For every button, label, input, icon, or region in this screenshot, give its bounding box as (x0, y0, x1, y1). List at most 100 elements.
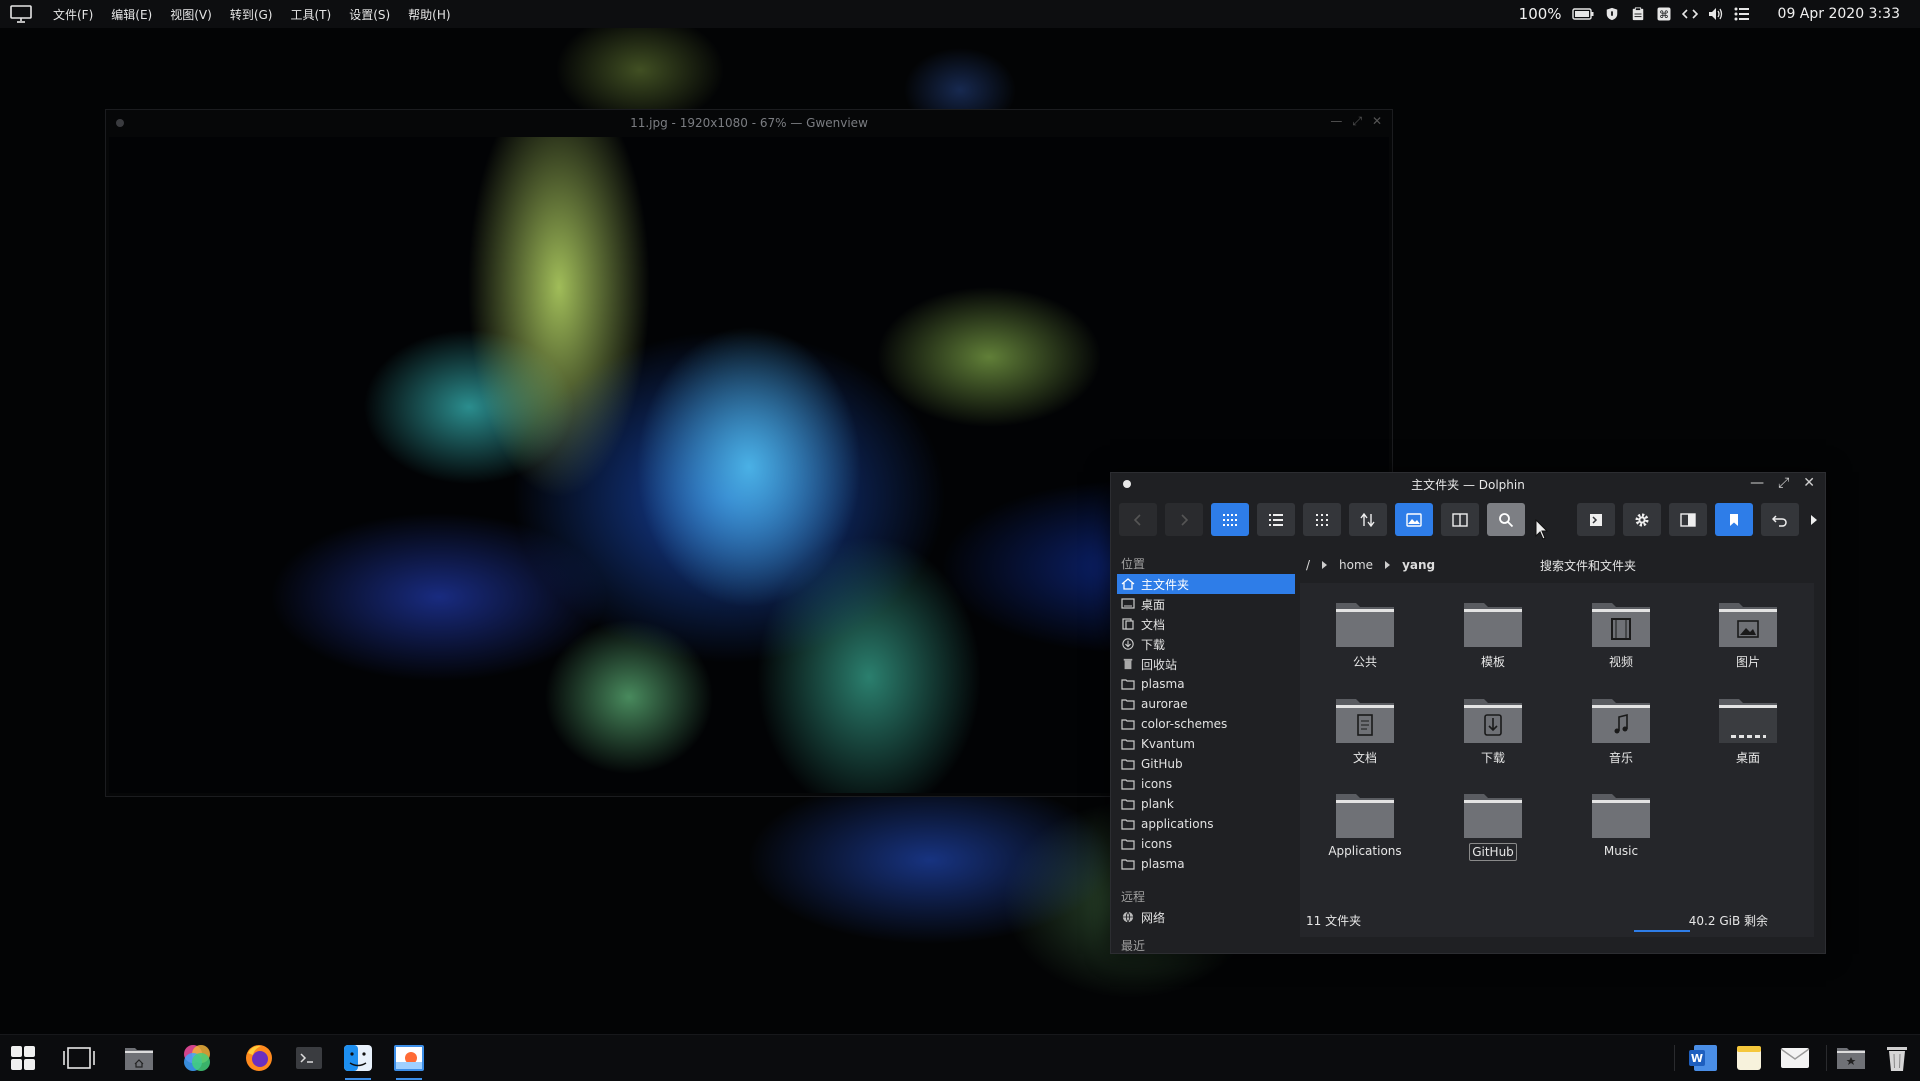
file-item-label: 音乐 (1608, 751, 1633, 765)
volume-icon[interactable] (1708, 7, 1724, 21)
sidebar-item-folder[interactable]: Kvantum (1117, 734, 1297, 754)
menu-help[interactable]: 帮助(H) (399, 6, 459, 23)
svg-text:⌘: ⌘ (1659, 10, 1669, 21)
taskbar-dolphin[interactable] (341, 1043, 375, 1080)
details-view-button[interactable] (1257, 503, 1295, 536)
forward-button[interactable] (1165, 503, 1203, 536)
sidebar-item-folder[interactable]: color-schemes (1117, 714, 1297, 734)
folder-item[interactable]: 文档 (1310, 693, 1420, 767)
sidebar-item-folder[interactable]: icons (1117, 834, 1297, 854)
monitor-icon[interactable] (10, 5, 32, 23)
battery-icon[interactable] (1571, 7, 1594, 21)
folder-item[interactable]: 视频 (1566, 597, 1676, 671)
file-item-label: 桌面 (1735, 751, 1760, 765)
toolbar-overflow-button[interactable] (1807, 503, 1821, 536)
sidebar-item-trash[interactable]: 回收站 (1117, 654, 1297, 674)
sidebar-item-folder[interactable]: applications (1117, 814, 1297, 834)
keyboard-command-icon[interactable]: ⌘ (1656, 7, 1672, 21)
folder-item[interactable]: 图片 (1693, 597, 1803, 671)
free-space-label[interactable]: 40.2 GiB 剩余 (1689, 912, 1768, 929)
close-icon[interactable]: ✕ (1372, 114, 1382, 129)
dolphin-window-controls: — ⤢ ✕ (1750, 475, 1815, 491)
desktop-folder-icon (1719, 699, 1777, 743)
folder-item[interactable]: 下载 (1438, 693, 1548, 767)
sidebar-item-folder[interactable]: plasma (1117, 674, 1297, 694)
shield-icon[interactable] (1604, 7, 1620, 21)
folder-item[interactable]: 模板 (1438, 597, 1548, 671)
maximize-icon[interactable]: ⤢ (1778, 475, 1789, 491)
folder-item[interactable]: Applications (1310, 788, 1420, 859)
dolphin-titlebar[interactable]: 主文件夹 — Dolphin — ⤢ ✕ (1111, 473, 1825, 495)
taskbar-files-app[interactable] (122, 1043, 156, 1073)
sidebar-item-folder[interactable]: icons (1117, 774, 1297, 794)
file-grid[interactable]: 公共 模板 视频 图片 文档 下载 音乐 桌面 Applications Git… (1300, 583, 1814, 937)
sidebar-item-documents[interactable]: 文档 (1117, 614, 1297, 634)
preview-button[interactable] (1395, 503, 1433, 536)
minimize-icon[interactable]: — (1330, 114, 1342, 129)
sidebar-item-folder[interactable]: GitHub (1117, 754, 1297, 774)
taskbar-mail[interactable] (1778, 1043, 1812, 1073)
menu-file[interactable]: 文件(F) (44, 6, 102, 23)
sidebar-item-home[interactable]: 主文件夹 (1117, 574, 1295, 594)
taskbar-firefox[interactable] (242, 1043, 276, 1073)
search-button[interactable] (1487, 503, 1525, 536)
taskbar-gwenview[interactable] (392, 1043, 426, 1080)
taskbar-terminal[interactable] (292, 1043, 326, 1073)
file-item-label: 图片 (1735, 655, 1760, 669)
compact-view-button[interactable] (1303, 503, 1341, 536)
kde-connect-icon[interactable] (1681, 7, 1698, 21)
split-view-icon (1452, 512, 1468, 527)
sidebar-item-folder[interactable]: plank (1117, 794, 1297, 814)
breadcrumb-home[interactable]: home (1339, 558, 1373, 572)
icons-view-button[interactable] (1211, 503, 1249, 536)
gwenview-window-controls: — ⤢ ✕ (1330, 114, 1382, 129)
sidebar-item-folder[interactable]: aurorae (1117, 694, 1297, 714)
menu-view[interactable]: 视图(V) (161, 6, 221, 23)
taskbar-folder[interactable] (1834, 1043, 1868, 1073)
chevron-right-icon (1385, 561, 1391, 569)
folder-item[interactable]: Music (1566, 788, 1676, 859)
minimize-icon[interactable]: — (1750, 475, 1764, 491)
bookmark-button[interactable] (1715, 503, 1753, 536)
task-view-button[interactable] (62, 1043, 96, 1073)
sort-button[interactable] (1349, 503, 1387, 536)
taskbar: W (0, 1034, 1920, 1081)
gwenview-title: 11.jpg - 1920x1080 - 67% — Gwenview (630, 116, 868, 130)
sidebar-item-downloads[interactable]: 下载 (1117, 634, 1297, 654)
folder-item[interactable]: 公共 (1310, 597, 1420, 671)
undo-button[interactable] (1761, 503, 1799, 536)
panel-toggle-button[interactable] (1669, 503, 1707, 536)
start-menu-button[interactable] (6, 1043, 40, 1073)
taskbar-color-app[interactable] (180, 1043, 214, 1073)
menu-settings[interactable]: 设置(S) (340, 6, 399, 23)
window-menu-dot[interactable] (116, 119, 124, 127)
menu-edit[interactable]: 编辑(E) (102, 6, 161, 23)
back-button[interactable] (1119, 503, 1157, 536)
folder-item[interactable]: 桌面 (1693, 693, 1803, 767)
taskbar-trash[interactable] (1880, 1043, 1914, 1073)
sidebar-item-folder[interactable]: plasma (1117, 854, 1297, 874)
taskbar-word[interactable]: W (1686, 1043, 1720, 1073)
menu-tools[interactable]: 工具(T) (281, 6, 340, 23)
taskbar-notes[interactable] (1732, 1043, 1766, 1073)
close-icon[interactable]: ✕ (1803, 475, 1815, 491)
notifications-list-icon[interactable] (1734, 7, 1750, 21)
folder-item[interactable]: 音乐 (1566, 693, 1676, 767)
breadcrumb-root[interactable]: / (1306, 558, 1310, 572)
settings-button[interactable] (1623, 503, 1661, 536)
breadcrumb-current[interactable]: yang (1402, 558, 1435, 572)
terminal-button[interactable] (1577, 503, 1615, 536)
breadcrumb: / home yang (1306, 555, 1435, 575)
sidebar-item-label: plasma (1141, 677, 1185, 691)
clipboard-icon[interactable] (1630, 7, 1646, 21)
window-menu-dot[interactable] (1123, 480, 1131, 488)
split-view-button[interactable] (1441, 503, 1479, 536)
gwenview-titlebar[interactable]: 11.jpg - 1920x1080 - 67% — Gwenview — ⤢ … (106, 110, 1392, 136)
maximize-icon[interactable]: ⤢ (1352, 114, 1362, 129)
sidebar-item-network[interactable]: 网络 (1117, 907, 1297, 927)
folder-item[interactable]: GitHub (1438, 788, 1548, 861)
sidebar-item-desktop[interactable]: 桌面 (1117, 594, 1297, 614)
menu-go[interactable]: 转到(G) (221, 6, 282, 23)
clock[interactable]: 09 Apr 2020 3:33 (1778, 6, 1900, 22)
folder-icon (1121, 859, 1135, 870)
